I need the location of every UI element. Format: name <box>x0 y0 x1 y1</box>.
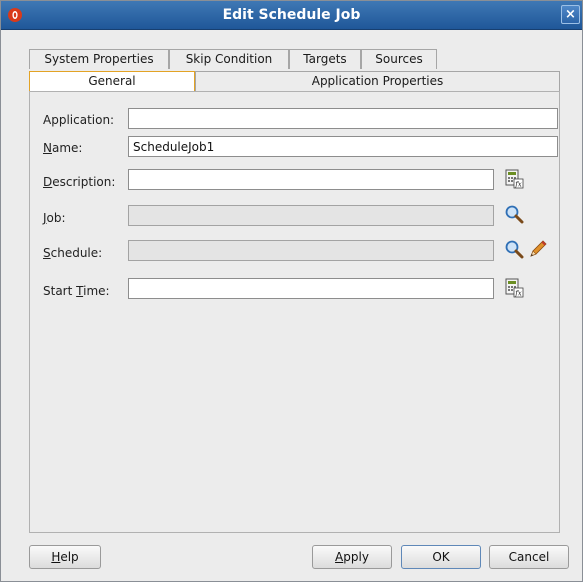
start-time-label-pre: Start <box>43 284 77 298</box>
start-time-field[interactable] <box>128 278 494 299</box>
job-search-magnifier-icon[interactable] <box>504 204 524 224</box>
expression-builder-icon[interactable]: fx <box>504 169 524 189</box>
title-bar[interactable]: Edit Schedule Job × <box>1 1 582 30</box>
tab-targets[interactable]: Targets <box>289 49 361 69</box>
job-label: Job: <box>43 211 66 225</box>
tab-system-properties[interactable]: System Properties <box>29 49 169 69</box>
application-label: Application: <box>43 113 115 127</box>
schedule-label-mnemonic: S <box>43 246 51 260</box>
application-field[interactable] <box>128 108 558 129</box>
schedule-edit-pencil-icon[interactable] <box>528 239 548 259</box>
start-time-expression-builder-icon[interactable]: fx <box>504 278 524 298</box>
name-label: Name: <box>43 141 82 155</box>
schedule-field <box>128 240 494 261</box>
tab-row-lower: General Application Properties <box>29 71 560 91</box>
description-field[interactable] <box>128 169 494 190</box>
svg-text:fx: fx <box>514 181 522 189</box>
tab-application-properties[interactable]: Application Properties <box>195 71 560 91</box>
help-button-rest: elp <box>60 550 79 564</box>
cancel-button[interactable]: Cancel <box>489 545 569 569</box>
schedule-search-magnifier-icon[interactable] <box>504 239 524 259</box>
name-label-mnemonic: N <box>43 141 52 155</box>
tab-skip-condition[interactable]: Skip Condition <box>169 49 289 69</box>
start-time-label: Start Time: <box>43 284 110 298</box>
close-button[interactable]: × <box>561 5 580 24</box>
ok-button[interactable]: OK <box>401 545 481 569</box>
schedule-label: Schedule: <box>43 246 102 260</box>
description-label-mnemonic: D <box>43 175 53 189</box>
description-label-rest: escription: <box>52 175 116 189</box>
tab-sources[interactable]: Sources <box>361 49 437 69</box>
svg-text:fx: fx <box>514 290 522 298</box>
start-time-label-rest: ime: <box>83 284 110 298</box>
apply-button-rest: pply <box>343 550 369 564</box>
tab-row-upper: System Properties Skip Condition Targets… <box>29 49 449 69</box>
edit-schedule-job-dialog: Edit Schedule Job × System Properties Sk… <box>0 0 583 582</box>
name-field[interactable] <box>128 136 558 157</box>
window-title: Edit Schedule Job <box>222 7 361 23</box>
help-button[interactable]: Help <box>29 545 101 569</box>
tab-general[interactable]: General <box>29 71 195 91</box>
job-field <box>128 205 494 226</box>
general-tab-panel <box>29 91 560 533</box>
schedule-label-rest: chedule: <box>50 246 103 260</box>
name-label-rest: ame: <box>51 141 83 155</box>
job-label-rest: ob: <box>46 211 66 225</box>
help-button-mnemonic: H <box>51 550 61 564</box>
apply-button[interactable]: Apply <box>312 545 392 569</box>
description-label: Description: <box>43 175 115 189</box>
close-icon: × <box>565 7 576 22</box>
